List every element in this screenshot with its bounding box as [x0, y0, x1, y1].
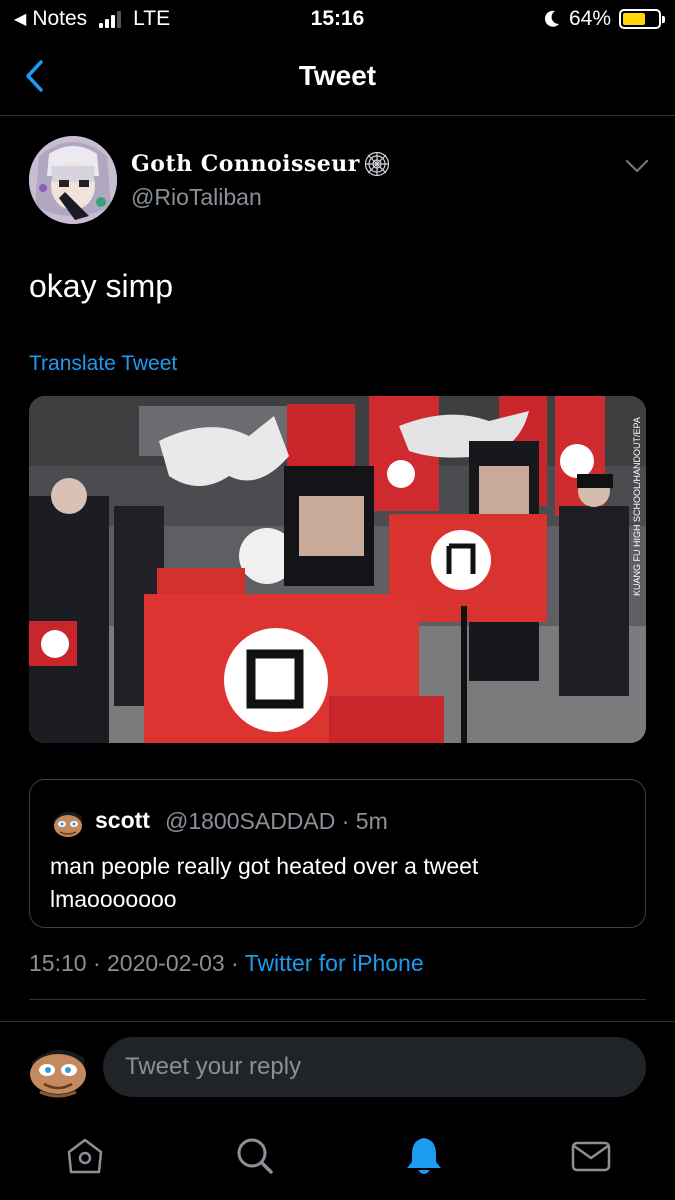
tweet-timestamp: 15:10 · 2020-02-03 · — [29, 950, 245, 976]
status-bar: ◀ Notes LTE 15:16 64% — [0, 0, 675, 38]
battery-icon — [619, 9, 665, 29]
avatar-illustration — [29, 136, 117, 224]
divider — [29, 999, 646, 1000]
moon-icon — [544, 10, 559, 27]
author-name-label: Goth Connoisseur — [131, 151, 360, 177]
quote-author-name[interactable]: scott — [95, 807, 150, 834]
reply-input[interactable] — [103, 1037, 646, 1097]
reply-avatar[interactable] — [26, 1042, 90, 1098]
divider — [0, 1021, 675, 1022]
tweet-source-link[interactable]: Twitter for iPhone — [245, 950, 424, 976]
battery-percent: 64% — [568, 7, 611, 30]
media-photo: KUANG FU HIGH SCHOOL/HANDOUT/EPA — [29, 396, 646, 743]
search-icon[interactable] — [233, 1134, 277, 1178]
notifications-icon[interactable] — [402, 1134, 446, 1178]
tweet-meta: 15:10 · 2020-02-03 · Twitter for iPhone — [29, 950, 424, 977]
quoted-tweet[interactable]: scott @1800SADDAD · 5m man people really… — [29, 779, 646, 928]
author-name[interactable]: Goth Connoisseur — [131, 151, 390, 177]
status-right: 64% — [543, 7, 665, 31]
quote-meta: @1800SADDAD · 5m — [165, 808, 388, 834]
tweet-media[interactable]: KUANG FU HIGH SCHOOL/HANDOUT/EPA — [29, 396, 646, 743]
nav-bar: Tweet — [0, 38, 675, 116]
media-credit: KUANG FU HIGH SCHOOL/HANDOUT/EPA — [632, 417, 642, 596]
quote-avatar[interactable] — [50, 805, 86, 841]
avatar[interactable] — [29, 136, 117, 224]
battery-fill — [623, 13, 645, 25]
page-title: Tweet — [298, 60, 377, 91]
translate-tweet-link[interactable]: Translate Tweet — [29, 352, 177, 376]
spiderweb-icon — [364, 151, 389, 177]
chevron-down-icon[interactable] — [623, 156, 651, 176]
tweet-text: okay simp — [29, 268, 174, 304]
messages-icon[interactable] — [569, 1134, 613, 1178]
author-handle[interactable]: @RioTaliban — [131, 184, 262, 211]
home-icon[interactable] — [63, 1134, 107, 1178]
quote-text: man people really got heated over a twee… — [50, 853, 479, 912]
